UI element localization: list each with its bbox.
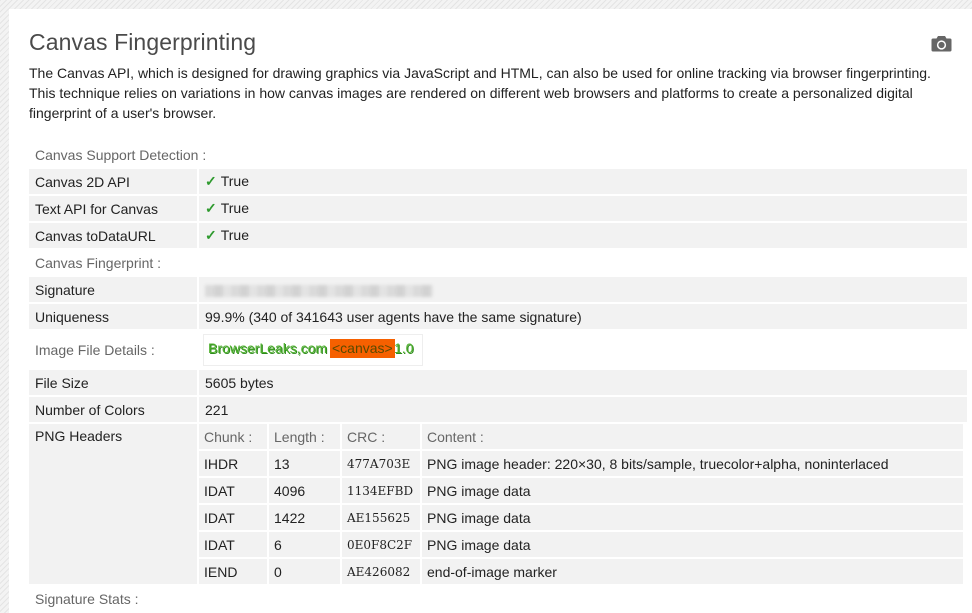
file-size-value: 5605 bytes — [199, 370, 967, 395]
row-value: ✓ True — [199, 196, 967, 221]
page-title: Canvas Fingerprinting — [29, 29, 257, 55]
content-cell: PNG image data — [422, 532, 963, 557]
crc-cell: 1134EFBD — [342, 478, 420, 503]
colors-value: 221 — [199, 397, 967, 422]
table-row: File Size 5605 bytes — [29, 370, 967, 395]
chunk-cell: IDAT — [199, 478, 267, 503]
row-label: File Size — [29, 370, 199, 395]
png-chunk-row: IHDR 13 477A703E PNG image header: 220×3… — [199, 451, 963, 476]
content-cell: end-of-image marker — [422, 559, 963, 584]
signature-hash-blurred[interactable] — [205, 284, 433, 297]
canvas-version: 1.0 — [394, 339, 414, 356]
table-row: Uniqueness 99.9% (340 of 341643 user age… — [29, 304, 967, 329]
content-cell: PNG image data — [422, 478, 963, 503]
length-cell: 0 — [269, 559, 340, 584]
section-label: Canvas Fingerprint : — [29, 250, 967, 275]
row-value — [199, 277, 967, 302]
page-description: The Canvas API, which is designed for dr… — [29, 65, 931, 121]
content-cell: PNG image data — [422, 505, 963, 530]
row-label: Number of Colors — [29, 397, 199, 422]
length-cell: 6 — [269, 532, 340, 557]
row-label: Signature — [29, 277, 199, 302]
png-chunk-row: IEND 0 AE426082 end-of-image marker — [199, 559, 963, 584]
png-chunk-row: IDAT 4096 1134EFBD PNG image data — [199, 478, 963, 503]
table-row: Signature — [29, 277, 967, 302]
column-header: Chunk : — [199, 424, 267, 449]
chunk-cell: IDAT — [199, 505, 267, 530]
check-icon: ✓ — [205, 173, 217, 189]
row-label: PNG Headers — [29, 424, 199, 584]
crc-cell: AE426082 — [342, 559, 420, 584]
column-header: CRC : — [342, 424, 420, 449]
length-cell: 13 — [269, 451, 340, 476]
row-label: Uniqueness — [29, 304, 199, 329]
row-value: ✓ True — [199, 169, 967, 194]
table-row: PNG Headers Chunk : Length : CRC : Conte… — [29, 424, 967, 584]
crc-cell: 0E0F8C2F — [342, 532, 420, 557]
length-cell: 1422 — [269, 505, 340, 530]
table-row: Canvas 2D API ✓ True — [29, 169, 967, 194]
png-chunk-row: IDAT 1422 AE155625 PNG image data — [199, 505, 963, 530]
canvas-preview-cell: BrowserLeaks,com <canvas> 1.0 — [199, 331, 967, 368]
chunk-cell: IDAT — [199, 532, 267, 557]
section-support: Canvas Support Detection : — [29, 142, 967, 167]
content-cell: PNG image header: 220×30, 8 bits/sample,… — [422, 451, 963, 476]
check-icon: ✓ — [205, 227, 217, 243]
png-header-row: Chunk : Length : CRC : Content : — [199, 424, 963, 449]
section-label: Canvas Support Detection : — [29, 142, 967, 167]
column-header: Length : — [269, 424, 340, 449]
png-headers-cell: Chunk : Length : CRC : Content : IHDR 13… — [199, 424, 967, 584]
png-chunk-row: IDAT 6 0E0F8C2F PNG image data — [199, 532, 963, 557]
support-value: True — [220, 173, 250, 189]
table-row: Canvas toDataURL ✓ True — [29, 223, 967, 248]
canvas-text: BrowserLeaks,com — [208, 339, 328, 356]
column-header: Content : — [422, 424, 963, 449]
crc-cell: AE155625 — [342, 505, 420, 530]
table-row: Text API for Canvas ✓ True — [29, 196, 967, 221]
fingerprint-info-table: Canvas Support Detection : Canvas 2D API… — [29, 140, 967, 613]
length-cell: 4096 — [269, 478, 340, 503]
row-label: Canvas toDataURL — [29, 223, 199, 248]
section-label: Image File Details : — [29, 331, 199, 368]
uniqueness-value: 99.9% (340 of 341643 user agents have th… — [199, 304, 967, 329]
check-icon: ✓ — [205, 200, 217, 216]
support-value: True — [220, 200, 250, 216]
section-fingerprint: Canvas Fingerprint : — [29, 250, 967, 275]
png-headers-table: Chunk : Length : CRC : Content : IHDR 13… — [197, 422, 965, 586]
row-label: Canvas 2D API — [29, 169, 199, 194]
section-image: Image File Details : BrowserLeaks,com <c… — [29, 331, 967, 368]
table-row: Number of Colors 221 — [29, 397, 967, 422]
camera-icon[interactable] — [931, 35, 952, 52]
chunk-cell: IEND — [199, 559, 267, 584]
section-label: Signature Stats : — [29, 586, 967, 611]
canvas-fingerprint-panel: Canvas Fingerprinting The Canvas API, wh… — [9, 9, 972, 613]
canvas-badge: <canvas> — [330, 338, 395, 358]
chunk-cell: IHDR — [199, 451, 267, 476]
support-value: True — [220, 227, 250, 243]
crc-cell: 477A703E — [342, 451, 420, 476]
section-stats: Signature Stats : — [29, 586, 967, 611]
canvas-preview-image: BrowserLeaks,com <canvas> 1.0 — [203, 333, 423, 366]
row-value: ✓ True — [199, 223, 967, 248]
row-label: Text API for Canvas — [29, 196, 199, 221]
